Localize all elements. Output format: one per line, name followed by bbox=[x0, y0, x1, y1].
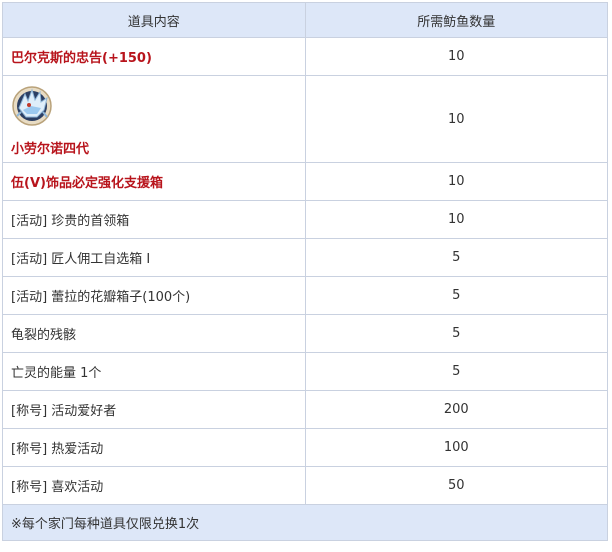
item-name: 伍(V)饰品必定强化支援箱 bbox=[2, 162, 306, 201]
item-count: 50 bbox=[304, 466, 608, 505]
table-row: 小劳尔诺四代 10 bbox=[2, 75, 608, 163]
header-required-count: 所需鲂鱼数量 bbox=[304, 2, 608, 38]
item-cell-with-icon: 小劳尔诺四代 bbox=[2, 75, 306, 163]
item-name: [活动] 珍贵的首领箱 bbox=[2, 200, 306, 239]
item-count: 5 bbox=[304, 276, 608, 315]
exchange-limit-note: ※每个家门每种道具仅限兑换1次 bbox=[2, 504, 608, 541]
table-row: [称号] 喜欢活动 50 bbox=[2, 466, 608, 505]
item-name: [称号] 喜欢活动 bbox=[2, 466, 306, 505]
table-row: [活动] 匠人佣工自选箱 I 5 bbox=[2, 238, 608, 277]
item-name: 小劳尔诺四代 bbox=[11, 141, 90, 157]
table-header-row: 道具内容 所需鲂鱼数量 bbox=[2, 2, 608, 38]
item-name: [活动] 蕾拉的花瓣箱子(100个) bbox=[2, 276, 306, 315]
item-count: 100 bbox=[304, 428, 608, 467]
table-row: [活动] 珍贵的首领箱 10 bbox=[2, 200, 608, 239]
table-row: 亡灵的能量 1个 5 bbox=[2, 352, 608, 391]
header-item-content: 道具内容 bbox=[2, 2, 306, 38]
item-name: 亡灵的能量 1个 bbox=[2, 352, 306, 391]
table-row: [称号] 热爱活动 100 bbox=[2, 428, 608, 467]
item-count: 5 bbox=[304, 314, 608, 353]
item-name: 巴尔克斯的忠告(+150) bbox=[2, 37, 306, 76]
item-count: 200 bbox=[304, 390, 608, 429]
dragon-head-icon bbox=[11, 84, 53, 126]
table-row: [活动] 蕾拉的花瓣箱子(100个) 5 bbox=[2, 276, 608, 315]
item-count: 10 bbox=[304, 37, 608, 76]
item-name: [活动] 匠人佣工自选箱 I bbox=[2, 238, 306, 277]
table-row: 龟裂的残骸 5 bbox=[2, 314, 608, 353]
table-row: [称号] 活动爱好者 200 bbox=[2, 390, 608, 429]
item-name: [称号] 活动爱好者 bbox=[2, 390, 306, 429]
table-note-row: ※每个家门每种道具仅限兑换1次 bbox=[2, 504, 608, 541]
item-name: 龟裂的残骸 bbox=[2, 314, 306, 353]
item-count: 10 bbox=[304, 162, 608, 201]
item-count: 10 bbox=[304, 75, 608, 163]
item-count: 10 bbox=[304, 200, 608, 239]
item-count: 5 bbox=[304, 238, 608, 277]
item-count: 5 bbox=[304, 352, 608, 391]
table-row: 巴尔克斯的忠告(+150) 10 bbox=[2, 37, 608, 76]
item-name: [称号] 热爱活动 bbox=[2, 428, 306, 467]
exchange-table: 道具内容 所需鲂鱼数量 巴尔克斯的忠告(+150) 10 小劳尔诺四代 10 伍… bbox=[2, 2, 608, 541]
table-row: 伍(V)饰品必定强化支援箱 10 bbox=[2, 162, 608, 201]
